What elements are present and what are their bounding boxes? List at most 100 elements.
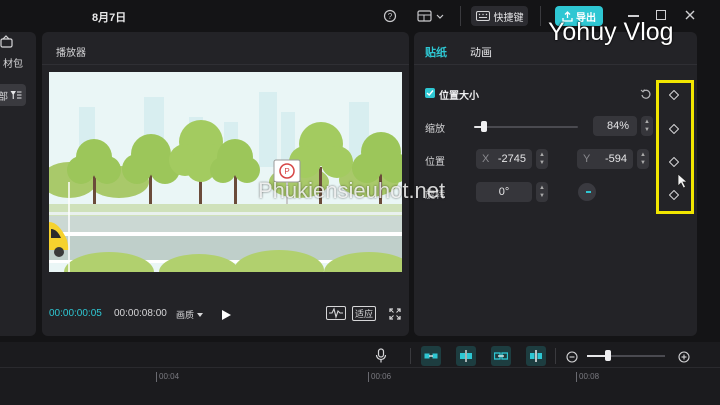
mouse-cursor-icon: [677, 173, 689, 189]
keyframe-diamond-icon[interactable]: [668, 121, 680, 135]
ruler-label: 00:08: [579, 372, 600, 381]
reset-icon: [640, 89, 651, 99]
waveform-icon: [326, 306, 346, 320]
position-y-value: -594: [604, 153, 627, 165]
chain-icon: [494, 352, 508, 360]
filter-icon: [10, 91, 22, 99]
magnet-snap-button[interactable]: [421, 346, 441, 366]
filter-label: 部: [0, 91, 8, 103]
layout-dropdown-button[interactable]: [416, 8, 446, 24]
filter-button[interactable]: 部: [0, 84, 26, 106]
divider: [42, 64, 409, 65]
quality-dropdown[interactable]: 画质: [176, 308, 204, 321]
shortcut-button[interactable]: 快捷键: [471, 6, 528, 26]
chevron-up-icon[interactable]: ▲: [539, 151, 545, 159]
keyframe-diamond-icon[interactable]: [668, 154, 680, 168]
rotation-value-field[interactable]: 0°: [476, 182, 532, 202]
chevron-down-icon[interactable]: ▼: [539, 159, 545, 167]
shortcut-label: 快捷键: [493, 12, 524, 24]
scale-label: 缩放: [425, 124, 445, 135]
link-segments-icon: [424, 353, 438, 359]
divider: [540, 6, 541, 26]
chevron-down-icon[interactable]: ▼: [640, 159, 646, 167]
waveform-button[interactable]: [326, 306, 346, 320]
position-x-value: -2745: [497, 153, 526, 165]
svg-text:P: P: [284, 167, 289, 176]
chevron-down-icon[interactable]: ▼: [644, 126, 650, 134]
section-title: 位置大小: [439, 91, 479, 102]
inspector-panel: [414, 32, 697, 336]
scale-value: 84%: [606, 120, 629, 132]
zoom-in-icon: [678, 351, 690, 363]
timeline-panel: [0, 342, 720, 405]
brand-watermark: Yohuy Vlog: [548, 18, 674, 46]
divider: [555, 348, 556, 364]
player-title: 播放器: [56, 48, 86, 59]
quality-label: 画质: [176, 310, 195, 320]
position-x-stepper[interactable]: ▲ ▼: [536, 149, 548, 169]
total-time: 00:00:08:00: [114, 308, 167, 319]
scale-stepper[interactable]: ▲ ▼: [641, 116, 653, 136]
scale-slider-handle[interactable]: [481, 121, 488, 132]
snap-icon: [460, 350, 472, 362]
rotation-stepper[interactable]: ▲ ▼: [536, 182, 548, 202]
reset-button[interactable]: [640, 87, 652, 99]
ruler-tick: [368, 372, 369, 382]
keyframe-diamond-icon[interactable]: [668, 87, 680, 101]
material-tab-label[interactable]: 材包: [3, 55, 23, 70]
layout-icon: [417, 10, 444, 22]
split-axis-icon: [530, 350, 542, 362]
rotation-value: 0°: [498, 186, 510, 198]
tab-sticker[interactable]: 贴纸: [425, 44, 447, 60]
rotation-dial[interactable]: [578, 183, 596, 201]
chevron-up-icon[interactable]: ▲: [539, 184, 545, 192]
fullscreen-icon: [389, 308, 401, 320]
site-watermark: Phukiensieuhot.net: [258, 178, 446, 203]
y-axis-label: Y: [583, 153, 591, 165]
position-y-stepper[interactable]: ▲ ▼: [637, 149, 649, 169]
checkmark-icon: [426, 90, 434, 97]
preview-axis-button[interactable]: [526, 346, 546, 366]
chevron-down-icon[interactable]: ▼: [539, 192, 545, 200]
chevron-down-icon: [197, 312, 204, 317]
zoom-slider-handle[interactable]: [605, 350, 612, 361]
divider: [414, 64, 697, 65]
chevron-up-icon[interactable]: ▲: [640, 151, 646, 159]
fit-ratio-button[interactable]: 适应: [352, 306, 376, 321]
scale-slider-track[interactable]: [474, 126, 578, 128]
material-icon[interactable]: [0, 35, 14, 49]
play-icon: [222, 310, 231, 320]
auto-snap-button[interactable]: [456, 346, 476, 366]
ruler-label: 00:06: [371, 372, 392, 381]
ruler-label: 00:04: [159, 372, 180, 381]
linkage-button[interactable]: [491, 346, 511, 366]
position-size-checkbox[interactable]: [425, 88, 435, 98]
x-axis-label: X: [482, 153, 490, 165]
chevron-up-icon[interactable]: ▲: [644, 118, 650, 126]
zoom-in-button[interactable]: [678, 350, 690, 363]
minimize-icon[interactable]: [628, 15, 639, 17]
position-y-field[interactable]: Y -594: [577, 149, 633, 169]
current-time: 00:00:00:05: [49, 308, 102, 319]
keyboard-icon: [475, 11, 490, 21]
rotation-dial-indicator: [586, 191, 591, 193]
play-button[interactable]: [220, 308, 232, 320]
tab-animation[interactable]: 动画: [470, 44, 492, 60]
position-label: 位置: [425, 157, 445, 168]
scale-value-field[interactable]: 84%: [593, 116, 637, 136]
close-icon[interactable]: [683, 8, 697, 22]
position-x-field[interactable]: X -2745: [476, 149, 532, 169]
park-scene-illustration: P: [49, 72, 402, 272]
left-media-panel: [0, 32, 36, 336]
microphone-button[interactable]: [375, 348, 387, 364]
ruler-tick: [576, 372, 577, 382]
zoom-out-button[interactable]: [566, 350, 578, 363]
microphone-icon: [375, 348, 387, 363]
svg-text:?: ?: [388, 12, 393, 21]
fullscreen-button[interactable]: [389, 307, 401, 320]
fit-label: 适应: [354, 309, 373, 319]
video-preview[interactable]: P: [49, 72, 402, 272]
help-circle-icon[interactable]: ?: [383, 9, 397, 23]
zoom-out-icon: [566, 351, 578, 363]
divider: [460, 6, 461, 26]
